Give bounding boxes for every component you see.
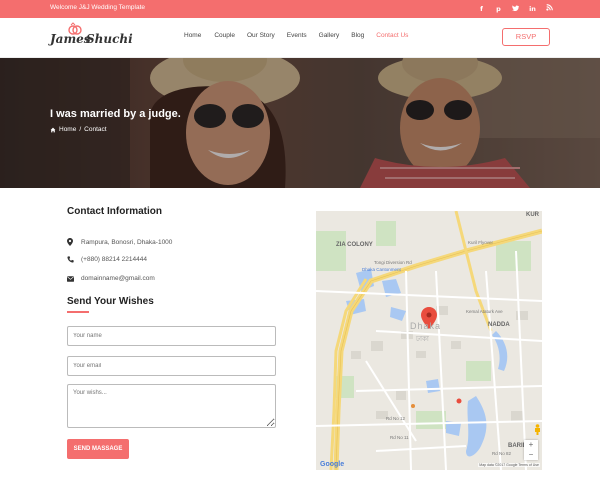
menu-item-our-story[interactable]: Our Story bbox=[247, 32, 275, 39]
twitter-icon[interactable] bbox=[507, 0, 524, 18]
map-label-dhaka: Dhaka bbox=[410, 321, 442, 331]
location-pin-icon bbox=[67, 238, 78, 246]
menu-item-contact-us[interactable]: Contact Us bbox=[376, 32, 408, 39]
menu-item-blog[interactable]: Blog bbox=[351, 32, 364, 39]
breadcrumb-home-link[interactable]: Home bbox=[59, 126, 76, 133]
rss-icon[interactable] bbox=[541, 0, 558, 18]
breadcrumb: Home / Contact bbox=[50, 126, 107, 133]
menu-item-home[interactable]: Home bbox=[184, 32, 201, 39]
pinterest-icon[interactable]: p bbox=[490, 0, 507, 18]
main-navbar: James Shuchi Home Couple Our Story Event… bbox=[0, 18, 600, 58]
map-road-kemal: Kemal Ataturk Ave bbox=[466, 309, 503, 314]
phone-icon bbox=[67, 256, 78, 263]
zoom-out-button[interactable]: − bbox=[524, 450, 538, 460]
send-message-button[interactable]: SEND MASSAGE bbox=[67, 439, 129, 459]
map-label-kur: KUR bbox=[526, 212, 539, 218]
menu-item-couple[interactable]: Couple bbox=[214, 32, 235, 39]
facebook-icon[interactable]: f bbox=[473, 0, 490, 18]
title-underline bbox=[67, 311, 89, 313]
wishes-textarea[interactable] bbox=[67, 384, 276, 428]
home-icon bbox=[50, 127, 56, 132]
breadcrumb-separator: / bbox=[79, 126, 82, 133]
breadcrumb-current: Contact bbox=[84, 126, 107, 133]
map-road-11: Rd No 11 bbox=[390, 435, 409, 440]
hero-overlay bbox=[0, 58, 600, 188]
page-hero-banner: I was married by a judge. Home / Contact bbox=[0, 58, 600, 188]
top-bar: Welcome J&J Wedding Template f p in bbox=[0, 0, 600, 18]
map-road-12: Rd No 12 bbox=[386, 416, 406, 421]
google-logo[interactable]: Google bbox=[320, 461, 344, 468]
map-road-kuril: Kuril Flyover bbox=[468, 240, 494, 245]
send-wishes-title: Send Your Wishes bbox=[67, 296, 154, 307]
address-text: Rampura, Bonosri, Dhaka-1000 bbox=[81, 238, 173, 246]
social-links: f p in bbox=[473, 0, 558, 18]
map-tiles bbox=[316, 211, 542, 470]
map-label-cantonment: Dhaka Cantonment bbox=[362, 267, 401, 272]
google-map[interactable]: ZIA COLONY NADDA BARIDHA KUR Dhaka ঢাকা … bbox=[316, 211, 542, 470]
map-road-82: Rd No 82 bbox=[492, 451, 512, 456]
menu-item-gallery[interactable]: Gallery bbox=[319, 32, 340, 39]
zoom-in-button[interactable]: + bbox=[524, 440, 538, 450]
linkedin-icon[interactable]: in bbox=[524, 0, 541, 18]
name-input[interactable] bbox=[67, 326, 276, 346]
map-label-zia-colony: ZIA COLONY bbox=[336, 242, 373, 248]
phone-text: (+880) 88214 2214444 bbox=[81, 256, 147, 263]
map-label-nadda: NADDA bbox=[488, 322, 510, 328]
map-label-dhaka-bn: ঢাকা bbox=[416, 336, 429, 343]
logo-name-right: Shuchi bbox=[86, 32, 133, 46]
menu-item-events[interactable]: Events bbox=[287, 32, 307, 39]
email-row: domainname@gmail.com bbox=[67, 275, 155, 282]
email-input[interactable] bbox=[67, 356, 276, 376]
map-zoom-control: + − bbox=[524, 440, 538, 460]
welcome-text: Welcome J&J Wedding Template bbox=[50, 4, 146, 11]
rsvp-button[interactable]: RSVP bbox=[502, 28, 550, 46]
email-text: domainname@gmail.com bbox=[81, 275, 155, 282]
rings-icon bbox=[68, 22, 82, 35]
contact-info-title: Contact Information bbox=[67, 206, 162, 217]
address-row: Rampura, Bonosri, Dhaka-1000 bbox=[67, 238, 172, 246]
map-road-tongi: Tongi Diversion Rd bbox=[374, 260, 412, 265]
envelope-icon bbox=[67, 275, 78, 282]
phone-row: (+880) 88214 2214444 bbox=[67, 256, 147, 263]
map-attribution[interactable]: Map data ©2017 Google Terms of Use bbox=[478, 463, 540, 467]
main-menu: Home Couple Our Story Events Gallery Blo… bbox=[180, 32, 408, 39]
page-title: I was married by a judge. bbox=[50, 108, 181, 120]
